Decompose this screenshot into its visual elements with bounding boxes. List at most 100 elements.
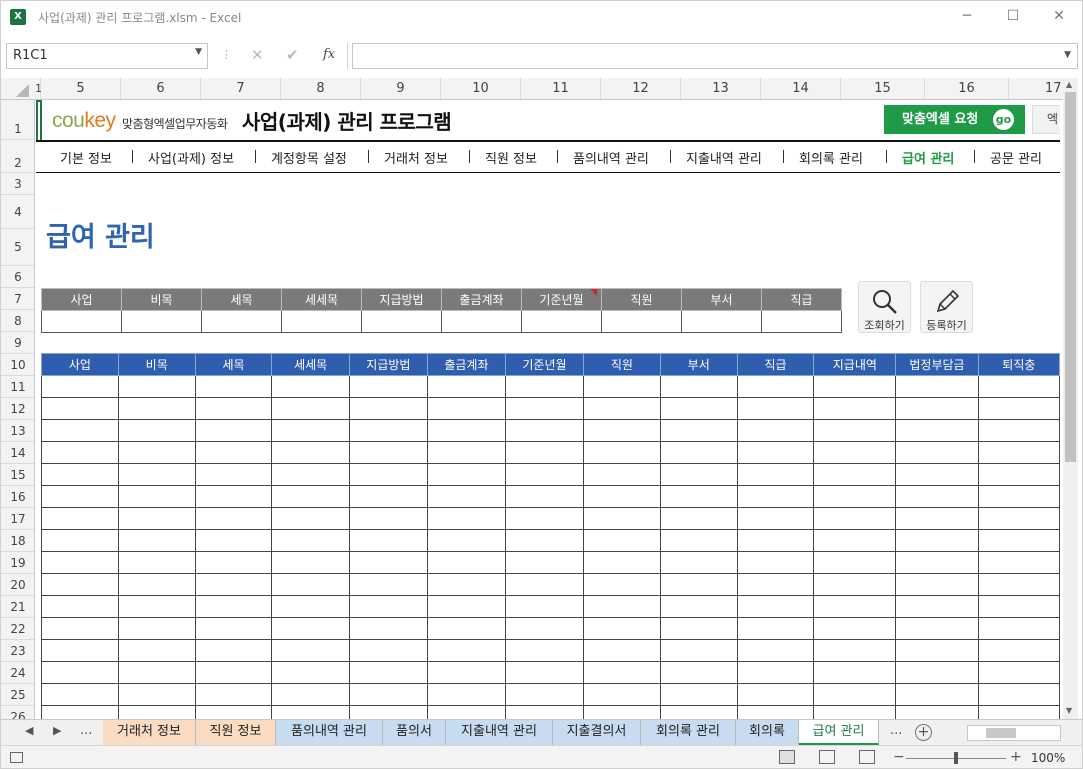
data-cell[interactable] — [41, 617, 119, 640]
vertical-scrollbar[interactable]: ▲ ▼ — [1063, 78, 1078, 719]
data-cell[interactable] — [348, 661, 428, 684]
data-cell[interactable] — [583, 485, 661, 508]
row-header[interactable]: 5 — [1, 229, 34, 266]
data-cell[interactable] — [659, 485, 738, 508]
data-cell[interactable] — [41, 441, 119, 464]
row-header[interactable]: 6 — [1, 266, 34, 288]
data-cell[interactable] — [194, 705, 273, 719]
tab-approval-mgmt[interactable]: 품의내역 관리 — [276, 720, 383, 745]
data-cell[interactable] — [426, 529, 506, 552]
data-cell[interactable] — [271, 463, 350, 486]
data-cell[interactable] — [117, 507, 196, 530]
tab-more-right[interactable]: ... — [890, 723, 902, 738]
data-cell[interactable] — [41, 419, 119, 442]
data-cell[interactable] — [659, 705, 738, 719]
data-cell[interactable] — [659, 397, 738, 420]
data-cell[interactable] — [813, 573, 897, 596]
data-cell[interactable] — [426, 551, 506, 574]
secondary-request-button[interactable]: 엑 — [1032, 105, 1060, 134]
data-cell[interactable] — [117, 485, 196, 508]
data-cell[interactable] — [583, 529, 661, 552]
data-cell[interactable] — [659, 617, 738, 640]
data-cell[interactable] — [977, 375, 1060, 398]
data-cell[interactable] — [813, 375, 897, 398]
formula-input[interactable]: ▼ — [352, 43, 1078, 69]
nav-item-account-settings[interactable]: 계정항목 설정 — [271, 148, 347, 167]
data-cell[interactable] — [117, 397, 196, 420]
data-cell[interactable] — [41, 463, 119, 486]
data-cell[interactable] — [977, 573, 1060, 596]
row-header[interactable]: 24 — [1, 662, 34, 684]
column-header[interactable]: 12 — [601, 78, 681, 99]
data-cell[interactable] — [426, 683, 506, 706]
data-cell[interactable] — [583, 661, 661, 684]
data-cell[interactable] — [977, 617, 1060, 640]
select-all-corner[interactable] — [16, 84, 29, 97]
macro-record-icon[interactable] — [10, 752, 23, 763]
data-cell[interactable] — [426, 573, 506, 596]
data-cell[interactable] — [659, 419, 738, 442]
data-cell[interactable] — [977, 529, 1060, 552]
data-cell[interactable] — [117, 573, 196, 596]
data-cell[interactable] — [41, 529, 119, 552]
data-cell[interactable] — [736, 419, 815, 442]
data-cell[interactable] — [41, 683, 119, 706]
data-cell[interactable] — [659, 661, 738, 684]
data-cell[interactable] — [271, 683, 350, 706]
tab-payroll-mgmt[interactable]: 급여 관리 — [799, 720, 879, 745]
column-header[interactable]: 10 — [441, 78, 521, 99]
data-cell[interactable] — [813, 529, 897, 552]
data-cell[interactable] — [813, 419, 897, 442]
zoom-out-icon[interactable]: − — [893, 749, 905, 765]
nav-item-minutes-mgmt[interactable]: 회의록 관리 — [799, 148, 863, 167]
data-cell[interactable] — [117, 595, 196, 618]
tab-expense-resolution[interactable]: 지출결의서 — [553, 720, 641, 745]
data-cell[interactable] — [813, 507, 897, 530]
data-cell[interactable] — [813, 639, 897, 662]
data-cell[interactable] — [348, 573, 428, 596]
data-cell[interactable] — [977, 485, 1060, 508]
data-cell[interactable] — [194, 573, 273, 596]
data-cell[interactable] — [736, 639, 815, 662]
data-cell[interactable] — [348, 463, 428, 486]
data-cell[interactable] — [813, 705, 897, 719]
horizontal-scrollbar[interactable] — [967, 725, 1061, 741]
data-cell[interactable] — [813, 397, 897, 420]
data-cell[interactable] — [583, 573, 661, 596]
nav-item-expense-mgmt[interactable]: 지출내역 관리 — [686, 148, 762, 167]
data-cell[interactable] — [659, 551, 738, 574]
data-cell[interactable] — [813, 441, 897, 464]
column-header[interactable]: 5 — [41, 78, 121, 99]
data-cell[interactable] — [348, 375, 428, 398]
data-cell[interactable] — [583, 463, 661, 486]
data-cell[interactable] — [117, 441, 196, 464]
data-cell[interactable] — [348, 595, 428, 618]
data-cell[interactable] — [813, 463, 897, 486]
search-button[interactable]: 조회하기 — [858, 281, 911, 333]
data-cell[interactable] — [271, 507, 350, 530]
data-cell[interactable] — [504, 683, 585, 706]
data-cell[interactable] — [583, 617, 661, 640]
nav-item-basic-info[interactable]: 기본 정보 — [60, 148, 112, 167]
data-cell[interactable] — [659, 639, 738, 662]
data-cell[interactable] — [736, 661, 815, 684]
data-cell[interactable] — [977, 419, 1060, 442]
data-cell[interactable] — [504, 463, 585, 486]
chevron-down-icon[interactable]: ▼ — [195, 47, 202, 57]
data-cell[interactable] — [194, 507, 273, 530]
filter-input-cell[interactable] — [281, 310, 362, 333]
data-cell[interactable] — [194, 441, 273, 464]
data-cell[interactable] — [736, 507, 815, 530]
data-cell[interactable] — [194, 595, 273, 618]
data-cell[interactable] — [348, 507, 428, 530]
normal-view-icon[interactable] — [779, 750, 795, 764]
data-cell[interactable] — [659, 595, 738, 618]
data-cell[interactable] — [813, 661, 897, 684]
data-cell[interactable] — [977, 551, 1060, 574]
data-cell[interactable] — [426, 375, 506, 398]
data-cell[interactable] — [504, 397, 585, 420]
data-cell[interactable] — [348, 397, 428, 420]
column-header[interactable]: 11 — [521, 78, 601, 99]
data-cell[interactable] — [583, 441, 661, 464]
data-cell[interactable] — [426, 661, 506, 684]
